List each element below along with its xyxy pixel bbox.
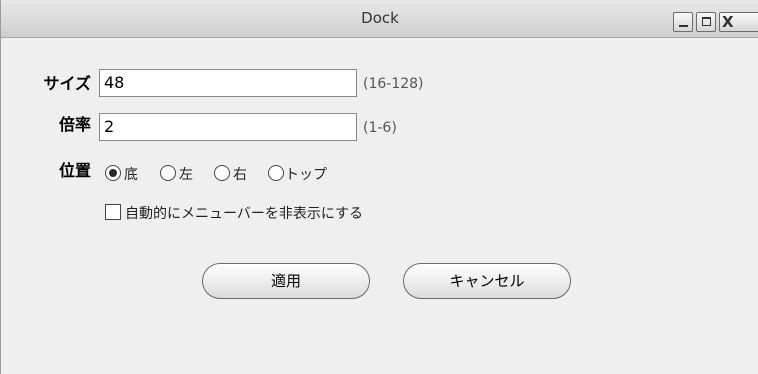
magnification-input[interactable]: 2: [99, 113, 357, 141]
size-label: サイズ: [43, 74, 91, 93]
position-option-top-label: トップ: [285, 167, 327, 183]
window-title: Dock: [361, 9, 399, 27]
size-input[interactable]: 48: [99, 69, 357, 97]
title-bar[interactable]: Dock X: [1, 0, 758, 38]
radio-bottom-icon[interactable]: [105, 165, 121, 181]
position-option-bottom-label: 底: [124, 167, 138, 183]
position-option-left-label: 左: [179, 167, 193, 183]
maximize-button[interactable]: [696, 12, 716, 32]
position-option-right-label: 右: [233, 167, 247, 183]
magnification-range-hint: (1-6): [363, 120, 397, 136]
radio-left-icon[interactable]: [160, 165, 176, 181]
magnification-label: 倍率: [58, 115, 91, 134]
cancel-button[interactable]: キャンセル: [403, 263, 571, 299]
size-range-hint: (16-128): [363, 76, 424, 92]
radio-right-icon[interactable]: [214, 165, 230, 181]
autohide-label: 自動的にメニューバーを非表示にする: [125, 206, 363, 222]
close-icon: X: [722, 13, 734, 31]
maximize-icon: [702, 17, 711, 26]
dock-settings-window: Dock X サイズ 48 (16-128) 倍率 2 (1-6) 位置 底 左…: [0, 0, 758, 374]
minimize-button[interactable]: [673, 12, 693, 32]
minimize-icon: [679, 25, 688, 27]
apply-button[interactable]: 適用: [202, 263, 370, 299]
autohide-checkbox[interactable]: [105, 204, 121, 220]
radio-top-icon[interactable]: [268, 165, 284, 181]
position-label: 位置: [58, 161, 91, 180]
close-button[interactable]: X: [719, 12, 758, 32]
